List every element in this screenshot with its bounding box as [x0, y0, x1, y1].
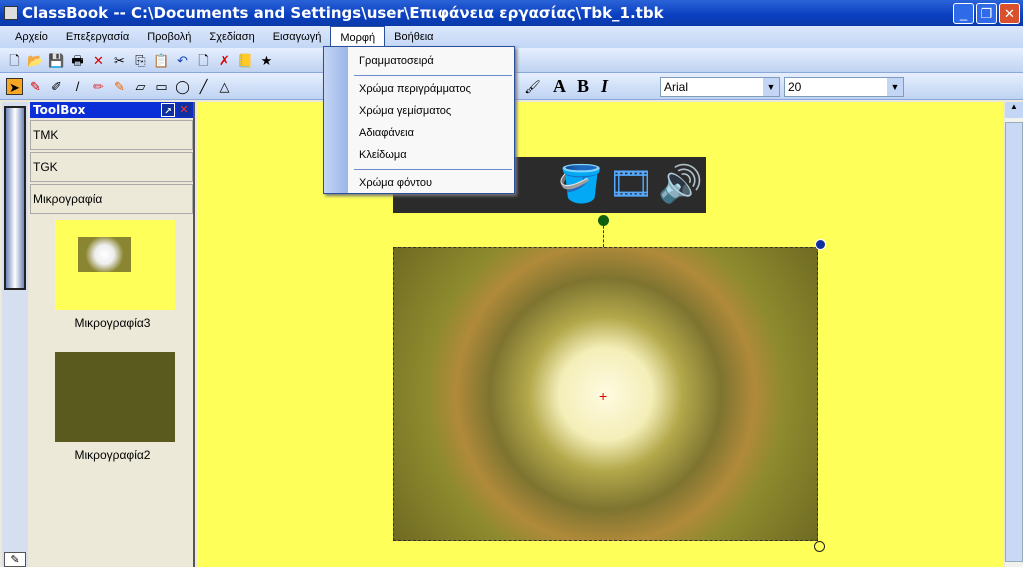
film-link-icon: 🎞 [608, 163, 654, 204]
thumbnail-image [78, 237, 131, 272]
menu-item-background-color[interactable]: Χρώμα φόντου [359, 177, 432, 189]
print-icon[interactable]: 🖶 [69, 52, 86, 69]
vertical-scrollbar[interactable]: ▲ [1005, 102, 1023, 567]
menu-item-font[interactable]: Γραμματοσειρά [359, 55, 434, 67]
eraser-pen-icon[interactable]: ✐ [48, 78, 65, 95]
close-button[interactable]: ✕ [999, 3, 1020, 24]
pointer-icon[interactable]: ➤ [6, 77, 23, 95]
side-slider[interactable] [4, 106, 26, 290]
menu-file[interactable]: Αρχείο [6, 26, 57, 48]
save-icon[interactable]: 💾 [48, 52, 65, 69]
chevron-down-icon: ▼ [887, 78, 903, 96]
close-icon[interactable]: ✕ [177, 103, 191, 117]
menu-help[interactable]: Βοήθεια [385, 26, 442, 48]
opacity-handle[interactable] [815, 239, 826, 250]
pen-icon[interactable]: ✎ [4, 552, 26, 567]
ellipse-icon[interactable]: ◯ [174, 78, 191, 95]
menu-item-lock[interactable]: Κλείδωμα [359, 149, 407, 161]
thumbnail-2[interactable] [55, 352, 175, 442]
menu-view[interactable]: Προβολή [138, 26, 200, 48]
pen-icon[interactable]: ✎ [27, 78, 44, 95]
flower-image[interactable]: + [393, 247, 818, 541]
menu-draw[interactable]: Σχεδίαση [200, 26, 263, 48]
scroll-thumb[interactable] [1005, 122, 1023, 562]
eraser-icon[interactable]: ▱ [132, 78, 149, 95]
section-tmk[interactable]: TMK [30, 120, 193, 150]
new-page-icon[interactable]: 🗋 [195, 52, 212, 69]
italic-button[interactable]: I [601, 76, 608, 97]
toolbox-title: ToolBox [33, 103, 86, 117]
font-size-button[interactable]: A [553, 76, 566, 97]
chevron-down-icon: ▼ [763, 78, 779, 96]
menu-format[interactable]: Μορφή [330, 26, 386, 48]
menu-item-fill-color[interactable]: Χρώμα γεμίσματος [359, 105, 451, 117]
delete-page-icon[interactable]: ✗ [216, 52, 233, 69]
new-icon[interactable]: 🗋 [6, 52, 23, 69]
delete-icon[interactable]: ✕ [90, 52, 107, 69]
menu-item-border-color[interactable]: Χρώμα περιγράμματος [359, 83, 471, 95]
title-bar: ClassBook -- C:\Documents and Settings\u… [0, 0, 1023, 26]
paste-icon[interactable]: 📋 [153, 52, 170, 69]
rectangle-icon[interactable]: ▭ [153, 78, 170, 95]
app-icon [4, 6, 18, 20]
pin-icon[interactable]: ↗ [161, 103, 175, 117]
menu-separator [354, 75, 512, 76]
sound-icon: 🔊 [658, 163, 703, 204]
format-menu-dropdown: Γραμματοσειρά Χρώμα περιγράμματος Χρώμα … [323, 46, 515, 194]
open-icon[interactable]: 📂 [27, 52, 44, 69]
center-marker-icon: + [599, 388, 608, 404]
triangle-icon[interactable]: △ [216, 78, 233, 95]
paint-bucket-icon: 🪣 [558, 163, 603, 204]
restore-button[interactable]: ❐ [976, 3, 997, 24]
thumbnail-3[interactable] [55, 220, 175, 310]
undo-icon[interactable]: ↶ [174, 52, 191, 69]
section-tgk[interactable]: TGK [30, 152, 193, 182]
size-value: 20 [788, 80, 802, 94]
toolbox-header: ToolBox ↗ ✕ [30, 102, 193, 118]
menu-separator [354, 169, 512, 170]
scroll-up-button[interactable]: ▲ [1005, 102, 1023, 118]
fill-bucket-icon[interactable]: 🖌 [524, 78, 541, 95]
size-select[interactable]: 20 ▼ [784, 77, 904, 97]
highlighter-icon[interactable]: ✏ [90, 78, 107, 95]
thumbnail-2-label: Μικρογραφία2 [74, 448, 151, 462]
menu-item-opacity[interactable]: Αδιαφάνεια [359, 127, 414, 139]
rotate-handle[interactable] [598, 215, 609, 226]
brush-icon[interactable]: / [69, 78, 86, 95]
toolbox-panel: ToolBox ↗ ✕ TMK TGK Μικρογραφία Μικρογρα… [30, 102, 195, 567]
menu-edit[interactable]: Επεξεργασία [57, 26, 138, 48]
section-thumbnails[interactable]: Μικρογραφία [30, 184, 193, 214]
thumbnail-3-label: Μικρογραφία3 [74, 316, 151, 330]
cut-icon[interactable]: ✂ [111, 52, 128, 69]
resize-handle[interactable] [814, 541, 825, 552]
marker-icon[interactable]: ✎ [111, 78, 128, 95]
menu-insert[interactable]: Εισαγωγή [264, 26, 331, 48]
font-value: Arial [664, 80, 689, 94]
minimize-button[interactable]: _ [953, 3, 974, 24]
line-icon[interactable]: ╱ [195, 78, 212, 95]
window-title: ClassBook -- C:\Documents and Settings\u… [22, 4, 664, 22]
star-icon[interactable]: ★ [258, 52, 275, 69]
menu-bar: Αρχείο Επεξεργασία Προβολή Σχεδίαση Εισα… [0, 26, 1023, 48]
copy-icon[interactable]: ⎘ [132, 52, 149, 69]
book-icon[interactable]: 📒 [237, 52, 254, 69]
font-select[interactable]: Arial ▼ [660, 77, 780, 97]
bold-button[interactable]: B [577, 76, 589, 97]
